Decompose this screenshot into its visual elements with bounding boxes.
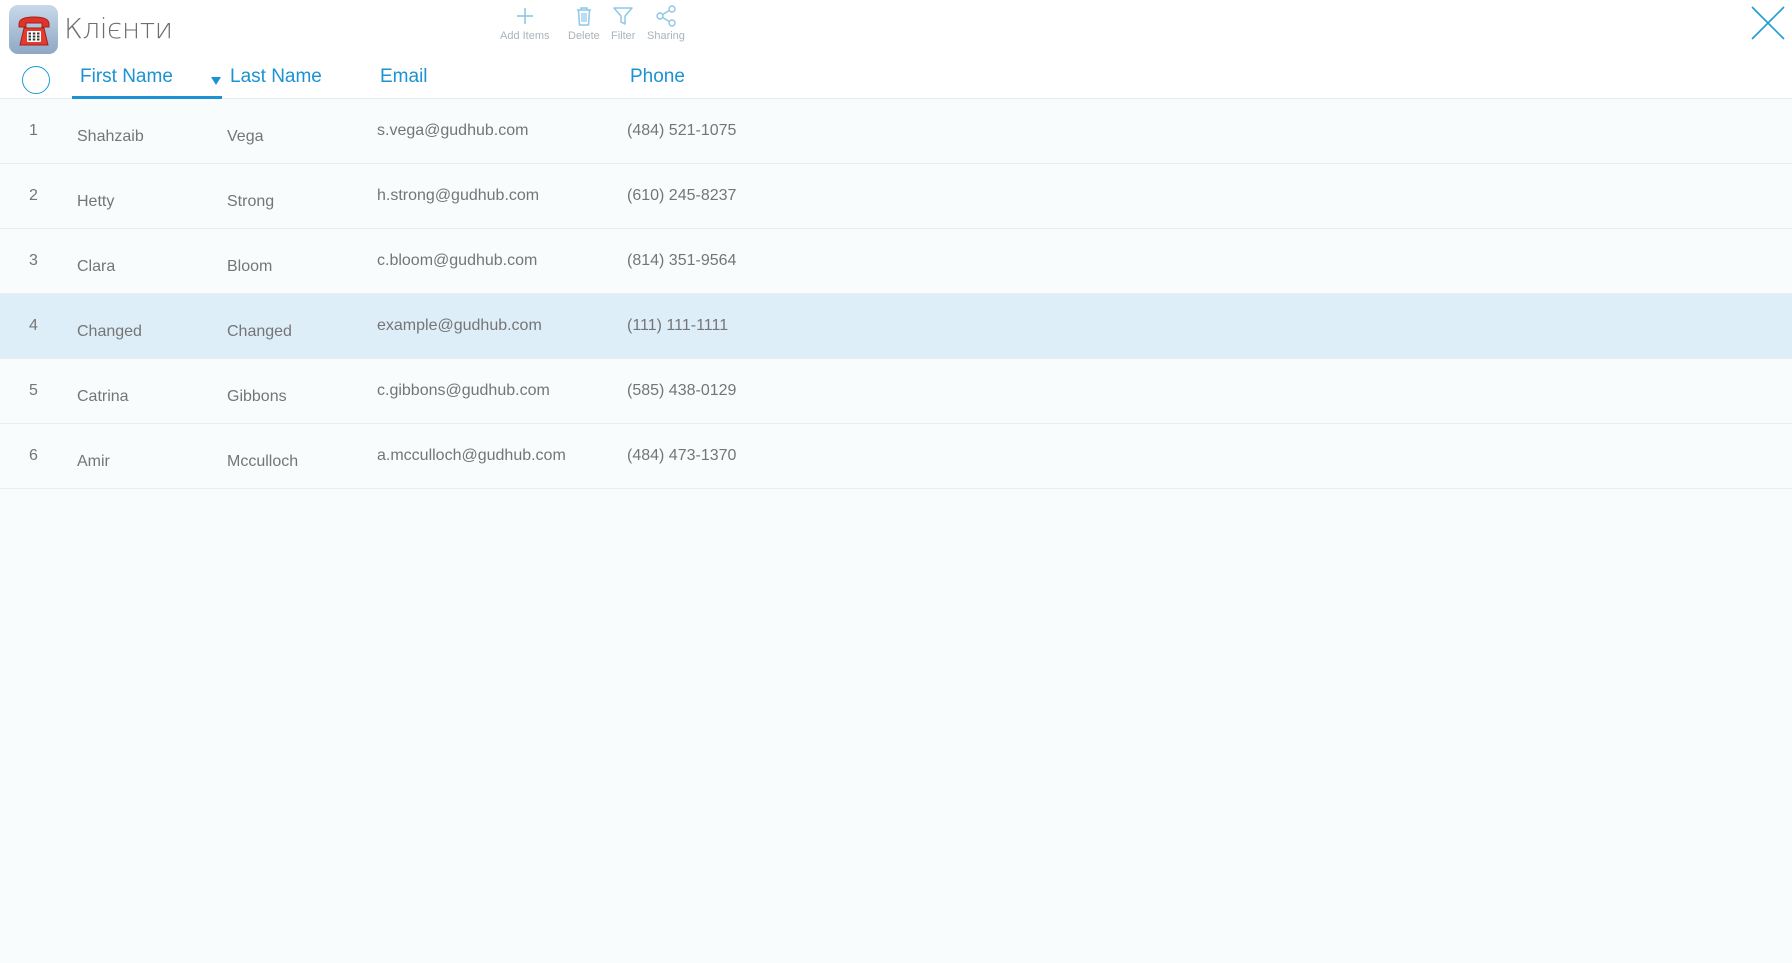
add-items-button[interactable]: Add Items <box>500 4 550 42</box>
cell-first-name: Changed <box>77 323 142 340</box>
table-row-selected[interactable]: 4 Changed Changed example@gudhub.com (11… <box>0 294 1792 359</box>
add-items-label: Add Items <box>500 30 550 42</box>
trash-icon <box>576 7 591 26</box>
cell-phone: (610) 245-8237 <box>627 187 737 204</box>
table-row[interactable]: 2 Hetty Strong h.strong@gudhub.com (610)… <box>0 164 1792 229</box>
empty-table-area <box>0 490 1792 963</box>
column-header-first-name[interactable]: First Name <box>72 66 222 99</box>
cell-email: c.bloom@gudhub.com <box>377 252 538 269</box>
table-row[interactable]: 1 Shahzaib Vega s.vega@gudhub.com (484) … <box>0 99 1792 164</box>
row-number: 6 <box>29 447 38 464</box>
column-header-last-name[interactable]: Last Name <box>230 66 322 88</box>
close-icon <box>1751 6 1785 40</box>
cell-last-name: Bloom <box>227 258 273 275</box>
page-title: Клієнти <box>64 12 173 45</box>
row-number: 5 <box>29 382 38 399</box>
cell-email: c.gibbons@gudhub.com <box>377 382 550 399</box>
cell-first-name: Shahzaib <box>77 128 144 145</box>
row-number: 4 <box>29 317 38 334</box>
cell-last-name: Changed <box>227 323 292 340</box>
column-header-phone[interactable]: Phone <box>630 66 685 88</box>
row-number: 2 <box>29 187 38 204</box>
filter-label: Filter <box>611 30 636 42</box>
plus-icon <box>516 8 533 24</box>
row-number: 1 <box>29 122 38 139</box>
cell-phone: (484) 473-1370 <box>627 447 737 464</box>
column-header-email[interactable]: Email <box>380 66 428 88</box>
close-button[interactable] <box>1750 5 1786 41</box>
cell-first-name: Catrina <box>77 388 129 405</box>
cell-email: example@gudhub.com <box>377 317 542 334</box>
filter-icon <box>613 7 633 25</box>
cell-first-name: Clara <box>77 258 116 275</box>
cell-first-name: Hetty <box>77 193 115 210</box>
cell-first-name: Amir <box>77 453 110 470</box>
table-row[interactable]: 5 Catrina Gibbons c.gibbons@gudhub.com (… <box>0 359 1792 424</box>
cell-last-name: Mcculloch <box>227 453 299 470</box>
telephone-icon[interactable] <box>9 5 58 54</box>
cell-email: h.strong@gudhub.com <box>377 187 540 204</box>
delete-label: Delete <box>568 30 600 42</box>
cell-last-name: Gibbons <box>227 388 287 405</box>
share-icon <box>656 5 676 27</box>
table-header: First Name Last Name Email Phone <box>0 60 1792 99</box>
select-all-checkbox[interactable] <box>22 66 50 94</box>
sort-descending-icon[interactable] <box>211 77 221 85</box>
sharing-label: Sharing <box>647 30 685 42</box>
table-body: 1 Shahzaib Vega s.vega@gudhub.com (484) … <box>0 99 1792 489</box>
sharing-button[interactable]: Sharing <box>647 4 685 42</box>
cell-phone: (111) 111-1111 <box>627 317 729 334</box>
row-number: 3 <box>29 252 38 269</box>
table-row[interactable]: 6 Amir Mcculloch a.mcculloch@gudhub.com … <box>0 424 1792 489</box>
filter-button[interactable]: Filter <box>611 4 635 42</box>
delete-button[interactable]: Delete <box>568 4 600 42</box>
cell-last-name: Strong <box>227 193 275 210</box>
cell-phone: (814) 351-9564 <box>627 252 737 269</box>
cell-email: a.mcculloch@gudhub.com <box>377 447 566 464</box>
table-row[interactable]: 3 Clara Bloom c.bloom@gudhub.com (814) 3… <box>0 229 1792 294</box>
cell-phone: (585) 438-0129 <box>627 382 737 399</box>
cell-phone: (484) 521-1075 <box>627 122 737 139</box>
top-bar: Клієнти Add Items Delete Filter Sharing <box>0 0 1792 60</box>
cell-last-name: Vega <box>227 128 264 145</box>
cell-email: s.vega@gudhub.com <box>377 122 529 139</box>
